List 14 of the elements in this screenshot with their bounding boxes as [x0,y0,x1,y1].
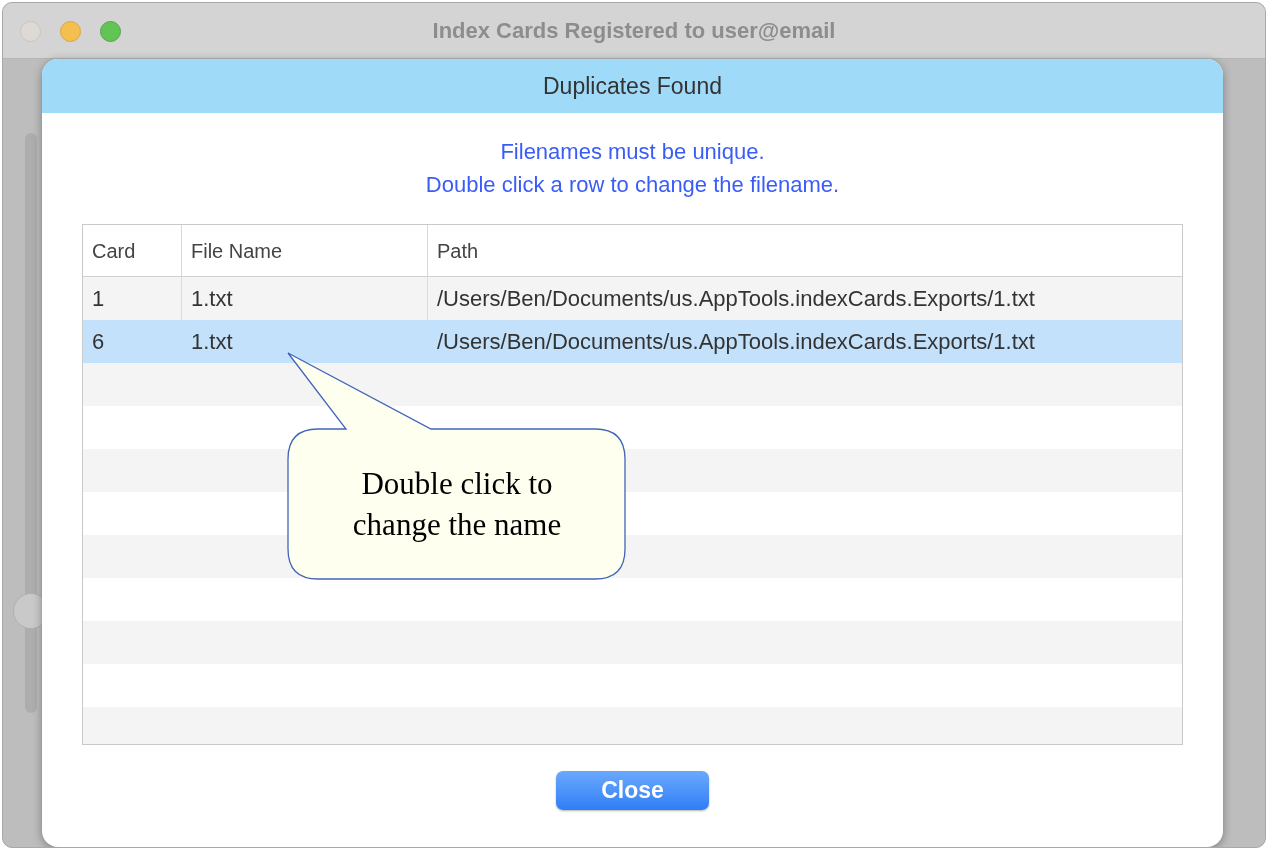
table-row[interactable]: 1 1.txt /Users/Ben/Documents/us.AppTools.indexCards.Exports/1.txt [83,277,1182,320]
table-cell-text: 6 [91,328,106,356]
zoom-window-button[interactable] [100,21,121,42]
window-title: Index Cards Registered to user@email [432,17,836,45]
message-text: Filenames must be unique. [500,139,765,164]
minimize-window-button[interactable] [60,21,81,42]
column-header[interactable]: Path [427,225,1182,276]
table-cell-text: 1 [91,285,106,313]
column-header[interactable]: Card [83,225,181,276]
callout-text: Double click to change the name [351,465,563,544]
dialog-title: Duplicates Found [42,59,1223,113]
column-header[interactable]: File Name [181,225,427,276]
table-row[interactable]: 6 1.txt /Users/Ben/Documents/us.AppTools.indexCards.Exports/1.txt [83,320,1182,363]
message-text: Double click a row to change the filename. [425,172,840,197]
